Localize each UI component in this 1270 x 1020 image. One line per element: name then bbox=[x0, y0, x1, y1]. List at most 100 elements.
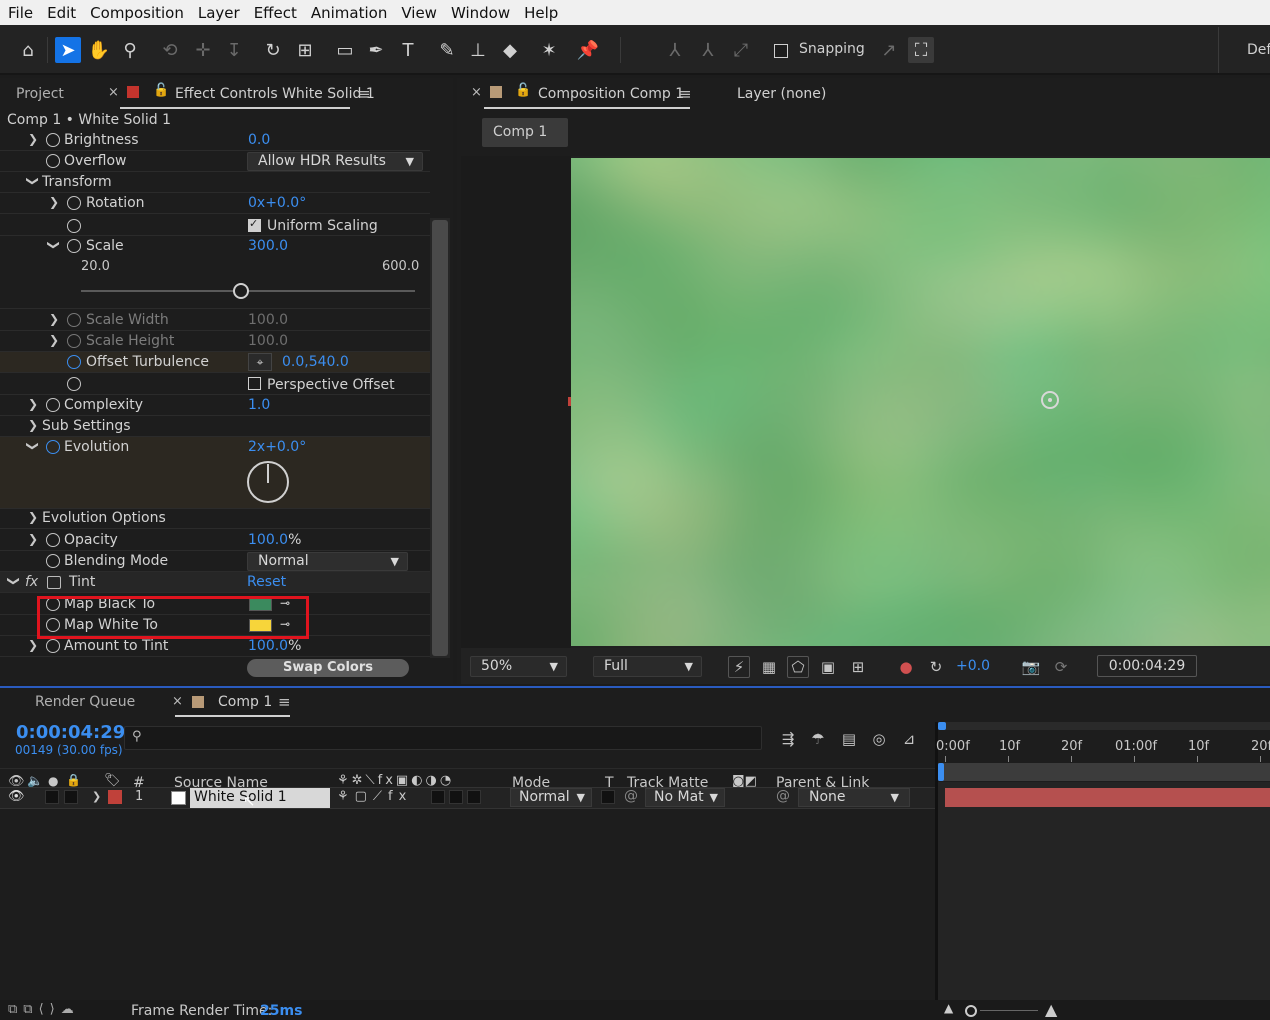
stopwatch-icon[interactable] bbox=[46, 440, 60, 454]
scale-slider-handle[interactable] bbox=[233, 283, 250, 299]
region-of-interest-icon[interactable]: ▣ bbox=[817, 656, 839, 678]
layer-name-input[interactable]: White Solid 1 bbox=[190, 788, 330, 808]
frame-blending-icon[interactable]: ▤ bbox=[838, 728, 860, 750]
brush-icon[interactable]: ✎ bbox=[434, 37, 460, 63]
axis-local-icon[interactable]: ⅄ bbox=[662, 37, 688, 63]
orbit-icon[interactable]: ⟲ bbox=[157, 37, 183, 63]
home-icon[interactable]: ⌂ bbox=[15, 37, 41, 63]
menu-window[interactable]: Window bbox=[444, 4, 517, 22]
stopwatch-icon[interactable] bbox=[46, 154, 60, 168]
work-area-start-handle[interactable] bbox=[938, 722, 946, 730]
menu-view[interactable]: View bbox=[394, 4, 444, 22]
menu-effect[interactable]: Effect bbox=[247, 4, 304, 22]
chevron-right-icon[interactable]: ❯ bbox=[28, 397, 38, 411]
value-amount-to-tint[interactable]: 100.0 bbox=[248, 638, 288, 654]
resolution-dropdown[interactable]: Full ▼ bbox=[593, 656, 702, 677]
eraser-icon[interactable]: ◆ bbox=[497, 37, 523, 63]
fast-previews-icon[interactable]: ⚡ bbox=[728, 656, 750, 678]
scrollbar-track[interactable] bbox=[430, 218, 450, 658]
clone-stamp-icon[interactable]: ⊥ bbox=[465, 37, 491, 63]
roto-brush-icon[interactable]: ✶ bbox=[536, 37, 562, 63]
rotate-icon[interactable]: ↻ bbox=[260, 37, 286, 63]
chevron-right-icon[interactable]: ❯ bbox=[28, 510, 38, 524]
stopwatch-icon[interactable] bbox=[67, 377, 81, 391]
overflow-dropdown[interactable]: Allow HDR Results ▼ bbox=[247, 152, 423, 171]
chevron-right-icon[interactable]: ❯ bbox=[28, 418, 38, 432]
tab-comp-1[interactable]: Comp 1 bbox=[218, 694, 272, 710]
scrollbar-thumb[interactable] bbox=[432, 220, 448, 656]
comp-mini-flowchart-icon[interactable]: ⇶ bbox=[777, 728, 799, 750]
composition-viewer[interactable] bbox=[461, 156, 1270, 648]
tab-composition[interactable]: Composition Comp 1 bbox=[538, 86, 684, 102]
close-icon[interactable]: × bbox=[471, 85, 482, 100]
menu-layer[interactable]: Layer bbox=[191, 4, 247, 22]
lock-icon[interactable]: 🔓 bbox=[153, 83, 169, 98]
chevron-down-icon[interactable]: ❯ bbox=[47, 240, 61, 250]
track-matte-dropdown[interactable]: No Mat ▼ bbox=[645, 788, 725, 807]
rectangle-icon[interactable]: ▭ bbox=[332, 37, 358, 63]
workspace-label[interactable]: Def bbox=[1247, 42, 1270, 58]
time-navigator[interactable] bbox=[938, 763, 1270, 781]
fx-icon[interactable]: fx bbox=[25, 574, 38, 590]
stopwatch-icon[interactable] bbox=[46, 533, 60, 547]
chevron-right-icon[interactable]: ❯ bbox=[28, 132, 38, 146]
snap-features-icon[interactable]: ⛶ bbox=[908, 37, 934, 63]
dolly-icon[interactable]: ↧ bbox=[221, 37, 247, 63]
draft-3d-icon[interactable]: ☂ bbox=[807, 728, 829, 750]
menu-edit[interactable]: Edit bbox=[40, 4, 83, 22]
pan-behind-icon[interactable]: ✛ bbox=[190, 37, 216, 63]
snapping-checkbox[interactable] bbox=[774, 44, 788, 58]
timeline-timecode[interactable]: 0:00:04:29 bbox=[16, 722, 125, 743]
perspective-offset-checkbox[interactable] bbox=[248, 377, 261, 390]
zoom-slider-handle[interactable] bbox=[965, 1005, 977, 1017]
snap-edges-icon[interactable]: ↗ bbox=[876, 37, 902, 63]
stopwatch-icon[interactable] bbox=[46, 554, 60, 568]
comp-canvas[interactable] bbox=[571, 158, 1270, 646]
transparency-grid-icon[interactable]: ▦ bbox=[758, 656, 780, 678]
value-scale[interactable]: 300.0 bbox=[248, 238, 288, 254]
channels-icon[interactable]: ● bbox=[895, 656, 917, 678]
value-opacity[interactable]: 100.0 bbox=[248, 532, 288, 548]
stopwatch-icon[interactable] bbox=[67, 355, 81, 369]
chevron-right-icon[interactable]: ❯ bbox=[49, 195, 59, 209]
mode-dropdown[interactable]: Normal ▼ bbox=[510, 788, 592, 807]
graph-editor-icon[interactable]: ⊿ bbox=[898, 728, 920, 750]
lock-toggle[interactable] bbox=[64, 790, 78, 804]
zoom-icon[interactable]: ⚲ bbox=[117, 37, 143, 63]
layer-duration-bar[interactable] bbox=[945, 788, 1270, 807]
switch-box[interactable] bbox=[467, 790, 481, 804]
chevron-right-icon[interactable]: ❯ bbox=[49, 333, 59, 347]
axis-world-icon[interactable]: ⅄ bbox=[695, 37, 721, 63]
zoom-in-icon[interactable]: ▲ bbox=[1045, 1000, 1057, 1019]
solo-toggle[interactable] bbox=[45, 790, 59, 804]
pen-icon[interactable]: ✒ bbox=[363, 37, 389, 63]
evolution-dial[interactable] bbox=[247, 461, 289, 503]
parent-pick-whip-icon[interactable]: @ bbox=[776, 788, 790, 804]
tint-reset-link[interactable]: Reset bbox=[247, 574, 286, 590]
stopwatch-icon[interactable] bbox=[46, 398, 60, 412]
grid-guides-icon[interactable]: ⊞ bbox=[847, 656, 869, 678]
panel-menu-icon[interactable]: ≡ bbox=[278, 693, 291, 711]
time-graph[interactable] bbox=[938, 782, 1270, 1000]
exposure-value[interactable]: +0.0 bbox=[956, 658, 990, 674]
solo-icon[interactable]: ● bbox=[48, 774, 58, 788]
selection-icon[interactable]: ➤ bbox=[55, 37, 81, 63]
chevron-down-icon[interactable]: ❯ bbox=[26, 441, 40, 451]
value-evolution[interactable]: 2x+0.0° bbox=[248, 439, 306, 455]
tab-project[interactable]: Project bbox=[16, 86, 64, 102]
value-brightness[interactable]: 0.0 bbox=[248, 132, 270, 148]
close-icon[interactable]: × bbox=[108, 85, 119, 100]
type-icon[interactable]: T bbox=[395, 37, 421, 63]
playhead-handle[interactable] bbox=[938, 763, 944, 781]
value-complexity[interactable]: 1.0 bbox=[248, 397, 270, 413]
work-area-bar[interactable] bbox=[938, 722, 1270, 730]
visibility-eye-icon[interactable]: 👁 bbox=[8, 789, 25, 804]
crosshair-icon[interactable]: ⌖ bbox=[248, 353, 272, 371]
switch-box[interactable] bbox=[449, 790, 463, 804]
motion-blur-icon[interactable]: ◎ bbox=[868, 728, 890, 750]
chevron-right-icon[interactable]: ❯ bbox=[28, 532, 38, 546]
stopwatch-icon[interactable] bbox=[46, 133, 60, 147]
chevron-down-icon[interactable]: ❯ bbox=[26, 176, 40, 186]
status-icons[interactable]: ⧉⧉⟨⟩☁ bbox=[8, 1002, 80, 1017]
stopwatch-icon[interactable] bbox=[67, 196, 81, 210]
